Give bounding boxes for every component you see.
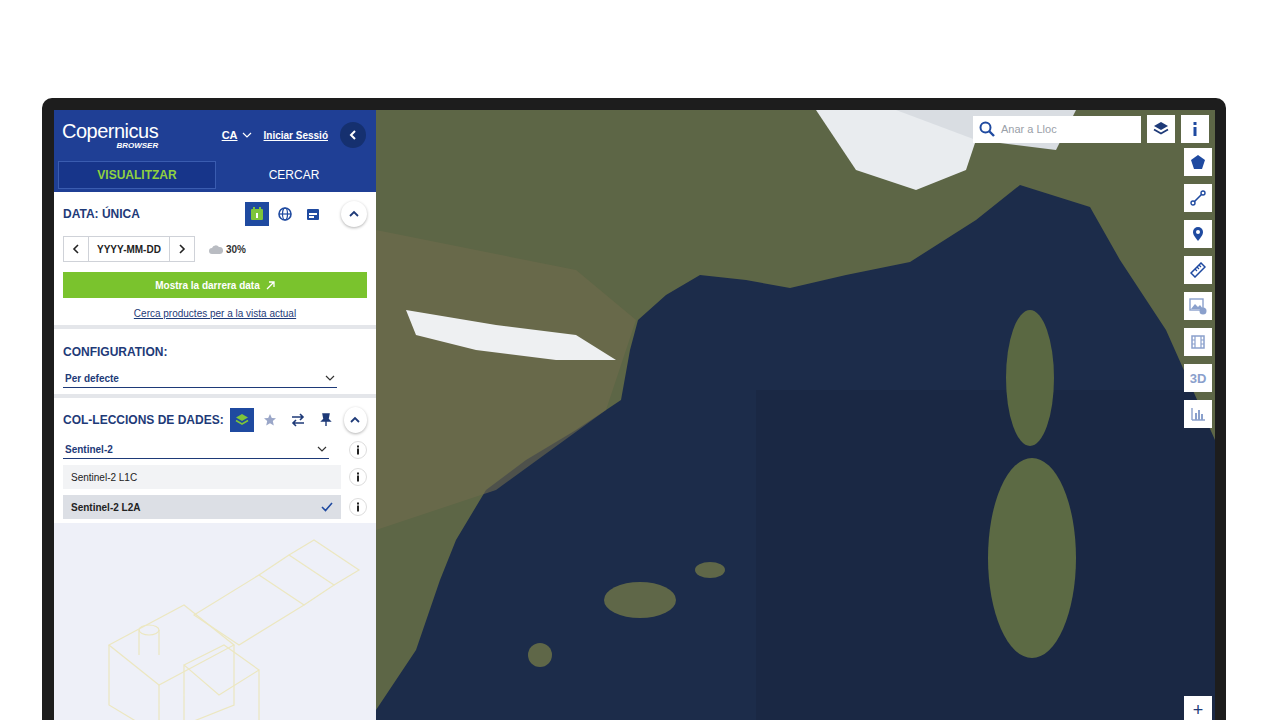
search-icon [979, 121, 995, 137]
image-download-icon [1189, 297, 1207, 315]
pin-icon [319, 413, 333, 427]
layers-button[interactable] [1147, 115, 1175, 143]
collection-item[interactable]: Sentinel-2 L1C [63, 465, 341, 489]
star-icon [263, 413, 277, 427]
arrow-up-right-icon [266, 281, 275, 290]
map-toolbar: 3D [1184, 148, 1212, 428]
tabs: VISUALITZARCERCAR [54, 160, 376, 192]
tab[interactable]: CERCAR [216, 161, 372, 189]
chevron-right-icon [177, 244, 187, 254]
page: CopernicusBROWSER CA Iniciar Sessió VISUAL… [0, 0, 1280, 720]
latest-date-button[interactable]: Mostra la darrera data [63, 272, 367, 298]
date-mode-button[interactable] [301, 202, 325, 226]
collection-tool-button[interactable] [230, 408, 254, 432]
header: CopernicusBROWSER CA Iniciar Sessió [54, 110, 376, 160]
collection-tool-button[interactable] [258, 408, 282, 432]
previous-date-button[interactable] [64, 237, 88, 261]
info-icon [349, 468, 367, 486]
collection-group-dropdown[interactable]: Sentinel-2 [63, 440, 329, 459]
collection-tool-button[interactable] [314, 408, 338, 432]
map-tool-button[interactable] [1184, 184, 1212, 212]
language-select[interactable]: CA [222, 129, 252, 141]
chevron-left-icon [71, 244, 81, 254]
date-mode-button[interactable] [245, 202, 269, 226]
line-icon [1190, 190, 1206, 206]
polygon-icon [1190, 154, 1206, 170]
date-section: DATA: ÚNICA YYYY-MM-DD 30% Mostra la darre… [54, 192, 376, 329]
collection-tool-button[interactable] [286, 408, 310, 432]
map-tool-button[interactable] [1184, 400, 1212, 428]
globe-icon [278, 207, 292, 221]
device-frame: CopernicusBROWSER CA Iniciar Sessió VISUAL… [42, 98, 1226, 720]
configuration-dropdown[interactable]: Per defecte [63, 369, 337, 388]
satellite-outline-icon [74, 535, 374, 720]
compare-icon [291, 413, 305, 427]
info-icon [349, 441, 367, 459]
info-button[interactable] [349, 468, 367, 486]
chevron-up-icon [348, 208, 360, 220]
calendar-range-icon [306, 207, 320, 221]
section-title: COL-LECCIONS DE DADES: [63, 413, 224, 427]
map-tool-button[interactable]: 3D [1184, 364, 1212, 392]
section-title: DATA: ÚNICA [63, 207, 140, 221]
zoom-in-button[interactable]: + [1184, 696, 1212, 720]
map-tool-button[interactable] [1184, 328, 1212, 356]
date-mode-button[interactable] [273, 202, 297, 226]
logo: CopernicusBROWSER [62, 121, 158, 150]
chevron-down-icon [317, 446, 327, 453]
collections-section: COL-LECCIONS DE DADES: Sentinel-2 Sentinel… [54, 398, 376, 523]
chevron-down-icon [325, 375, 335, 382]
info-icon [349, 498, 367, 516]
map[interactable]: Anar a Lloc 3D + [376, 110, 1215, 720]
screen: CopernicusBROWSER CA Iniciar Sessió VISUAL… [54, 110, 1215, 720]
info-button[interactable] [349, 441, 367, 459]
info-icon [1187, 121, 1203, 137]
info-button[interactable] [1181, 115, 1209, 143]
place-search-input[interactable]: Anar a Lloc [973, 116, 1141, 143]
layers-icon [235, 413, 249, 427]
date-picker: YYYY-MM-DD [63, 236, 195, 262]
satellite-illustration [54, 523, 376, 720]
search-products-link[interactable]: Cerca productes per a la vista actual [63, 308, 367, 319]
map-tool-button[interactable] [1184, 256, 1212, 284]
cloud-icon [209, 245, 223, 254]
section-title: CONFIGURATION: [63, 337, 367, 369]
sidebar: CopernicusBROWSER CA Iniciar Sessió VISUAL… [54, 110, 376, 720]
info-button[interactable] [349, 498, 367, 516]
chevron-down-icon [242, 131, 252, 139]
map-pin-icon [1190, 226, 1206, 242]
ruler-icon [1190, 262, 1206, 278]
film-icon [1190, 334, 1206, 350]
next-date-button[interactable] [170, 237, 194, 261]
collapse-sidebar-button[interactable] [340, 122, 366, 148]
tab[interactable]: VISUALITZAR [58, 161, 216, 189]
chevron-up-icon [349, 414, 361, 426]
satellite-image [376, 110, 1215, 720]
chevron-left-icon [347, 129, 359, 141]
configuration-section: CONFIGURATION:Per defecte [54, 329, 376, 398]
collapse-section-button[interactable] [341, 201, 367, 227]
collection-item[interactable]: Sentinel-2 L2A [63, 495, 341, 519]
map-tool-button[interactable] [1184, 148, 1212, 176]
check-icon [321, 502, 333, 512]
map-tool-button[interactable] [1184, 220, 1212, 248]
login-link[interactable]: Iniciar Sessió [264, 130, 328, 141]
calendar-single-icon [250, 207, 264, 221]
collapse-section-button[interactable] [344, 407, 367, 433]
cloud-coverage[interactable]: 30% [209, 244, 246, 255]
date-input[interactable]: YYYY-MM-DD [88, 237, 170, 261]
layers-icon [1153, 121, 1169, 137]
map-tool-button[interactable] [1184, 292, 1212, 320]
histogram-icon [1190, 406, 1206, 422]
